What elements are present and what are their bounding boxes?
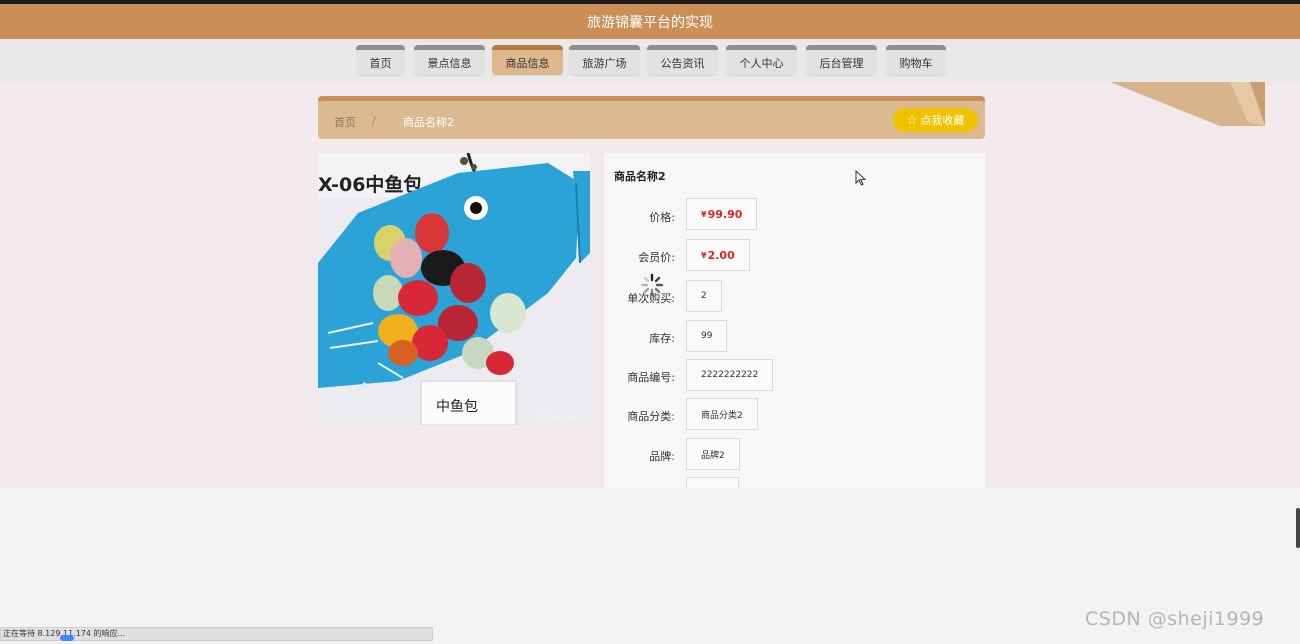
- star-outline-icon: ☆: [906, 113, 918, 127]
- single-purchase-value: 2: [686, 280, 722, 312]
- site-title: 旅游锦囊平台的实现: [587, 14, 713, 31]
- nav-item-cart[interactable]: 购物车: [886, 45, 946, 75]
- breadcrumb-current: 商品名称2: [403, 116, 454, 129]
- member-price-amount: 2.00: [707, 248, 735, 262]
- site-header: 旅游锦囊平台的实现: [0, 4, 1300, 39]
- scroll-handle[interactable]: [1296, 508, 1300, 548]
- nav-item-announcements[interactable]: 公告资讯: [647, 45, 718, 75]
- product-code-value: 2222222222: [686, 359, 774, 391]
- brand-label: 品牌:: [649, 450, 675, 463]
- nav-item-travel-square[interactable]: 旅游广场: [569, 45, 640, 75]
- product-image-tag: 中鱼包: [436, 398, 478, 415]
- product-name: 商品名称2: [614, 170, 666, 183]
- stock-label: 库存:: [649, 332, 675, 345]
- product-image-caption: X-06中鱼包: [318, 173, 422, 196]
- csdn-watermark: CSDN @sheji1999: [1085, 608, 1265, 630]
- breadcrumb-separator: /: [372, 114, 376, 127]
- member-price-value: ¥ 2.00: [686, 239, 750, 271]
- brand-value: 品牌2: [686, 438, 740, 470]
- member-price-label: 会员价:: [638, 251, 675, 264]
- mouse-cursor-icon: [855, 170, 867, 186]
- stock-value: 99: [686, 320, 728, 352]
- breadcrumb: 首页 / 商品名称2 ☆ 点我收藏: [318, 96, 985, 139]
- loading-spinner-icon: [640, 273, 664, 297]
- product-photo-fish-bag: X-06中鱼包 中鱼包 淮玉报(个体: [318, 153, 590, 425]
- nav-item-products[interactable]: 商品信息: [492, 45, 563, 75]
- product-image-watermark: 淮玉报(个体: [534, 413, 577, 423]
- nav-item-admin[interactable]: 后台管理: [806, 45, 877, 75]
- price-label: 价格:: [649, 211, 675, 224]
- price-amount: 99.90: [707, 207, 743, 221]
- favorite-button[interactable]: ☆ 点我收藏: [893, 108, 978, 132]
- product-image: X-06中鱼包 中鱼包 淮玉报(个体: [318, 153, 590, 425]
- favorite-button-label: 点我收藏: [920, 114, 965, 127]
- main-nav: 首页 景点信息 商品信息 旅游广场 公告资讯 个人中心 后台管理 购物车: [0, 39, 1300, 82]
- decorative-shape: [1110, 82, 1265, 126]
- breadcrumb-home-link[interactable]: 首页: [334, 114, 356, 130]
- currency-symbol: ¥: [701, 209, 707, 219]
- next-field-value: [686, 477, 739, 488]
- currency-symbol: ¥: [701, 250, 707, 260]
- status-progress-indicator: [60, 635, 74, 641]
- category-label: 商品分类:: [627, 410, 675, 423]
- product-code-label: 商品编号:: [627, 371, 675, 384]
- category-value: 商品分类2: [686, 398, 758, 430]
- nav-item-personal-center[interactable]: 个人中心: [726, 45, 797, 75]
- product-detail-panel: 商品名称2 价格: ¥ 99.90 会员价: ¥ 2.00 单次购买: 2 库存…: [604, 153, 985, 488]
- nav-item-attractions[interactable]: 景点信息: [414, 45, 485, 75]
- nav-item-home[interactable]: 首页: [356, 45, 405, 75]
- price-value: ¥ 99.90: [686, 198, 758, 230]
